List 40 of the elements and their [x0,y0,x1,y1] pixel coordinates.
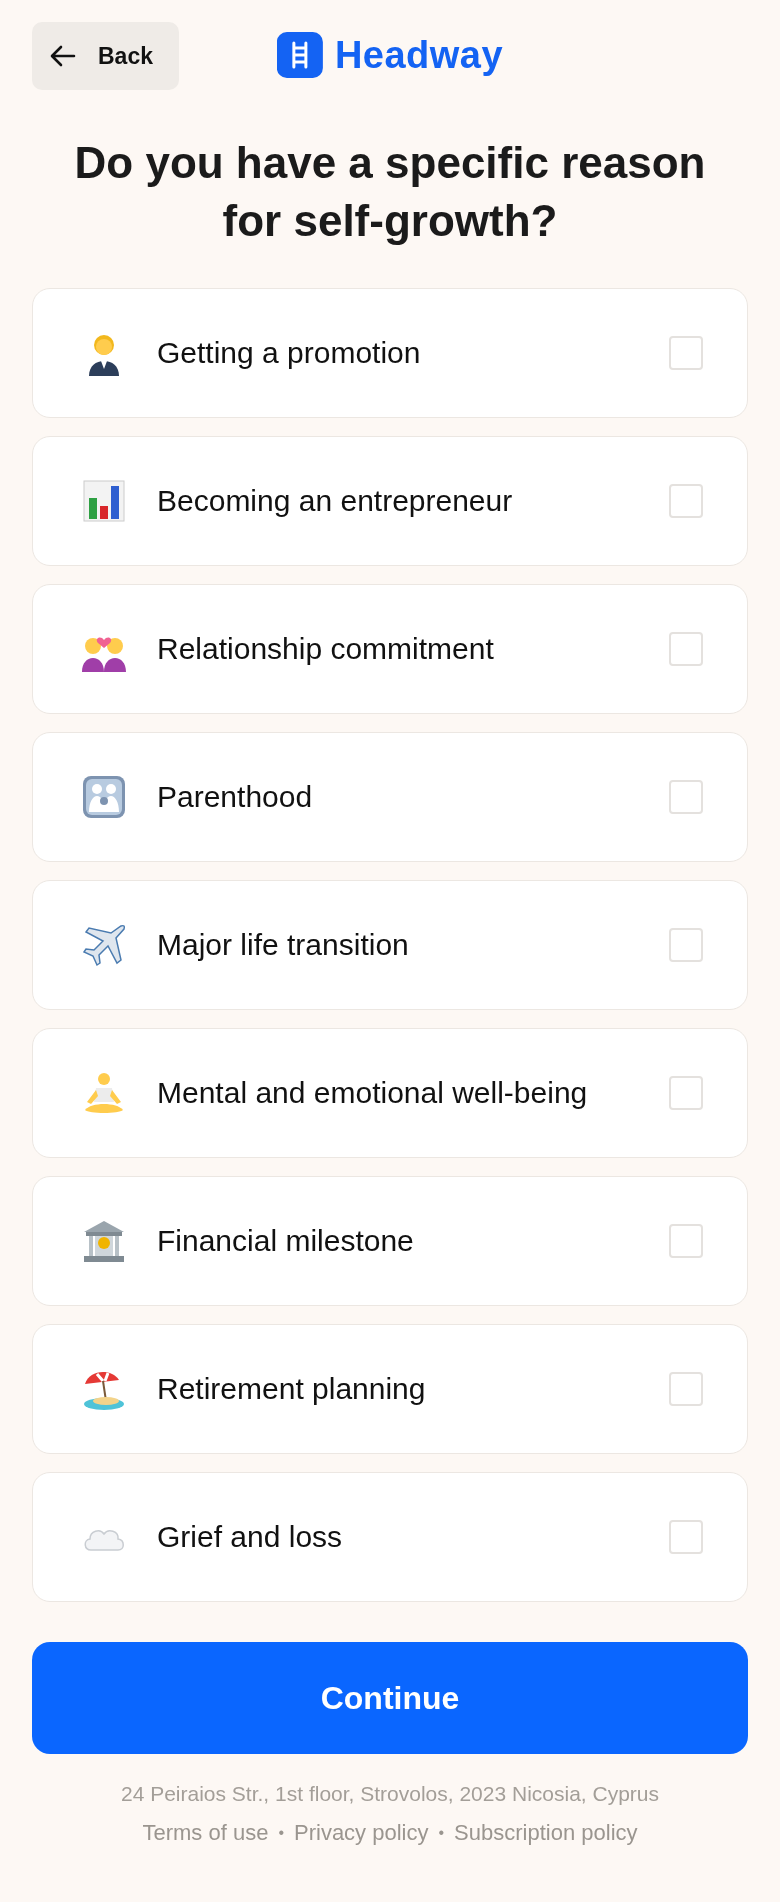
checkbox[interactable] [669,1520,703,1554]
continue-button[interactable]: Continue [32,1642,748,1754]
logo-text: Headway [334,33,504,77]
address-text: 24 Peiraios Str., 1st floor, Strovolos, 2023 Nicosia, Cyprus [119,1782,661,1806]
option-card[interactable]: Financial milestone [32,1176,748,1306]
option-label: Parenthood [157,780,314,814]
checkbox[interactable] [669,632,703,666]
option-label: Financial milestone [157,1224,415,1258]
checkbox[interactable] [669,1076,703,1110]
option-card[interactable]: Becoming an entrepreneur [32,436,748,566]
checkbox[interactable] [669,928,703,962]
option-label: Relationship commitment [157,632,495,666]
option-card[interactable]: Major life transition [32,880,748,1010]
option-card[interactable]: Parenthood [32,732,748,862]
option-card[interactable]: Relationship commitment [32,584,748,714]
bar-chart-icon [81,478,127,524]
option-card[interactable]: Mental and emotional well-being [32,1028,748,1158]
option-label: Mental and emotional well-being [157,1076,589,1110]
family-icon [81,774,127,820]
option-card[interactable]: Retirement planning [32,1324,748,1454]
airplane-icon [81,922,127,968]
question-title: Do you have a specific reason for self-growth? [73,137,707,247]
checkbox[interactable] [669,1224,703,1258]
bullet-separator: • [438,1824,445,1842]
option-label: Getting a promotion [157,336,422,370]
bullet-separator: • [278,1824,284,1842]
bank-icon [81,1218,127,1264]
back-button[interactable]: Back [32,22,179,90]
option-card[interactable]: Getting a promotion [32,288,748,418]
option-label: Grief and loss [157,1520,344,1554]
option-label: Major life transition [157,928,410,962]
checkbox[interactable] [669,336,703,370]
checkbox[interactable] [669,780,703,814]
arrow-left-icon [50,45,76,67]
option-label: Becoming an entrepreneur [157,484,514,518]
option-label: Retirement planning [157,1372,427,1406]
ladder-icon [276,32,323,78]
option-card[interactable]: Grief and loss [32,1472,748,1602]
checkbox[interactable] [669,484,703,518]
checkbox[interactable] [669,1372,703,1406]
